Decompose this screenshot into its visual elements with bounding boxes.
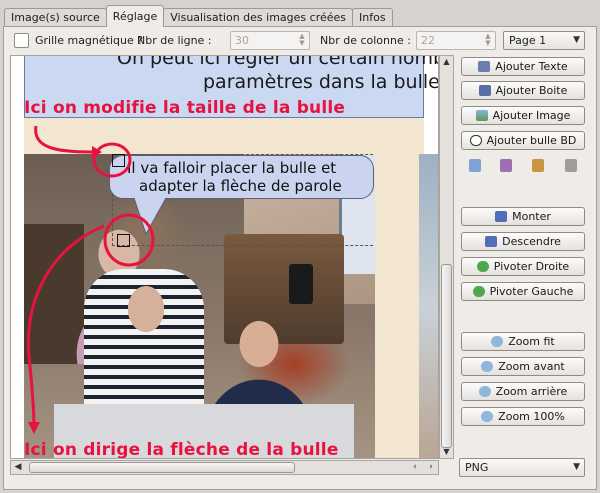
spin-arrows-icon[interactable]: ▲ ▼ bbox=[297, 33, 307, 48]
zoom-arriere-button[interactable]: Zoom arrière bbox=[461, 382, 585, 401]
pivoter-gauche-button[interactable]: Pivoter Gauche bbox=[461, 282, 585, 301]
monter-button[interactable]: Monter bbox=[461, 207, 585, 226]
cut-icon[interactable] bbox=[497, 156, 515, 174]
paste-icon[interactable] bbox=[529, 156, 547, 174]
text-icon bbox=[478, 61, 491, 72]
tab-bar: Image(s) source Réglage Visualisation de… bbox=[4, 5, 393, 27]
ajouter-bulle-button[interactable]: Ajouter bulle BD bbox=[461, 131, 585, 150]
chevron-down-icon: ▼ bbox=[573, 462, 580, 472]
nbr-ligne-label: Nbr de ligne : bbox=[137, 34, 212, 47]
descendre-button[interactable]: Descendre bbox=[461, 232, 585, 251]
chevron-down-icon: ▼ bbox=[573, 35, 580, 45]
comic-page: On peut ici régler un certain nombre de … bbox=[24, 56, 438, 459]
tab-infos[interactable]: Infos bbox=[352, 8, 393, 27]
nbr-colonne-value: 22 bbox=[421, 34, 435, 47]
vertical-scrollbar[interactable]: ▲ ▼ bbox=[439, 55, 454, 459]
grille-checkbox[interactable] bbox=[14, 33, 29, 48]
scroll-down-icon[interactable]: ▼ bbox=[440, 446, 453, 458]
horizontal-scroll-thumb[interactable] bbox=[29, 462, 295, 473]
box-icon bbox=[478, 85, 491, 96]
format-select[interactable]: PNG ▼ bbox=[459, 458, 585, 477]
nbr-ligne-value: 30 bbox=[235, 34, 249, 47]
image-icon bbox=[475, 110, 488, 121]
lower-icon bbox=[485, 236, 498, 247]
annotation-bottom: Ici on dirige la flèche de la bulle bbox=[24, 440, 339, 459]
editing-canvas[interactable]: On peut ici régler un certain nombre de … bbox=[10, 55, 439, 459]
ajouter-boite-button[interactable]: Ajouter Boite bbox=[461, 81, 585, 100]
rotate-left-icon bbox=[472, 286, 485, 297]
scroll-up-icon[interactable]: ▲ bbox=[440, 56, 453, 68]
rotate-right-icon bbox=[476, 261, 489, 272]
zoom-100-button[interactable]: Zoom 100% bbox=[461, 407, 585, 426]
zoom-icon bbox=[491, 336, 504, 347]
scroll-left-icon[interactable]: ◀ bbox=[11, 461, 25, 474]
nbr-colonne-label: Nbr de colonne : bbox=[320, 34, 411, 47]
tab-reglage[interactable]: Réglage bbox=[105, 5, 165, 27]
horizontal-scrollbar[interactable]: ◀ ‹ › bbox=[10, 460, 439, 475]
tab-image-source[interactable]: Image(s) source bbox=[4, 8, 107, 27]
scroll-right-icon[interactable]: › bbox=[424, 461, 438, 474]
tab-visualisation[interactable]: Visualisation des images créées bbox=[163, 8, 354, 27]
zoom-avant-button[interactable]: Zoom avant bbox=[461, 357, 585, 376]
ajouter-image-button[interactable]: Ajouter Image bbox=[461, 106, 585, 125]
page-select-value: Page 1 bbox=[509, 34, 547, 47]
format-select-value: PNG bbox=[465, 461, 489, 474]
scroll-left-small-icon[interactable]: ‹ bbox=[408, 461, 422, 474]
nbr-colonne-spinbox[interactable]: 22 ▲ ▼ bbox=[416, 31, 496, 50]
zoom-fit-button[interactable]: Zoom fit bbox=[461, 332, 585, 351]
page-select[interactable]: Page 1 ▼ bbox=[503, 31, 585, 50]
speech-bubble-icon bbox=[469, 135, 482, 146]
annotation-top: Ici on modifie la taille de la bulle bbox=[24, 98, 346, 118]
ajouter-texte-button[interactable]: Ajouter Texte bbox=[461, 57, 585, 76]
pivoter-droite-button[interactable]: Pivoter Droite bbox=[461, 257, 585, 276]
zoom-out-icon bbox=[478, 386, 491, 397]
copy-icon[interactable] bbox=[466, 156, 484, 174]
raise-icon bbox=[495, 211, 508, 222]
spin-arrows-icon[interactable]: ▲ ▼ bbox=[483, 33, 493, 48]
zoom-in-icon bbox=[481, 361, 494, 372]
grille-label: Grille magnétique ? bbox=[35, 34, 144, 47]
delete-icon[interactable] bbox=[562, 156, 580, 174]
vertical-scroll-thumb[interactable] bbox=[441, 264, 452, 448]
nbr-ligne-spinbox[interactable]: 30 ▲ ▼ bbox=[230, 31, 310, 50]
zoom-100-icon bbox=[481, 411, 494, 422]
